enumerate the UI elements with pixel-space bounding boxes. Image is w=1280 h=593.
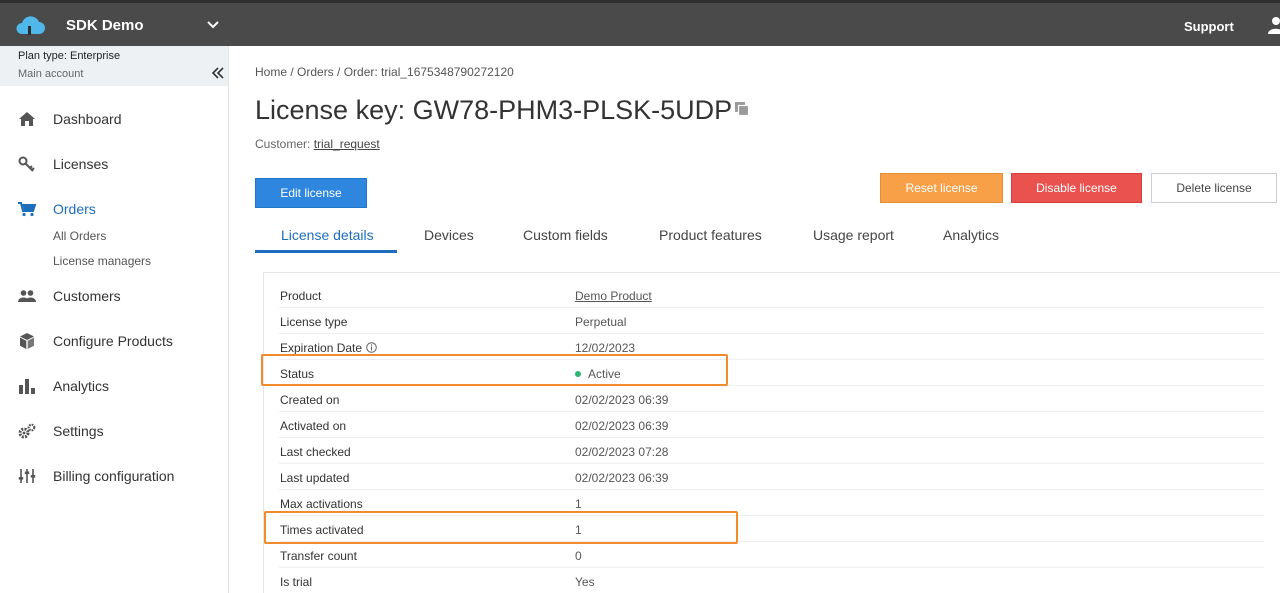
account-info: Plan type: Enterprise Main account [0,46,228,86]
detail-value: 0 [575,549,582,563]
detail-label: Is trial [280,575,313,589]
table-row: Created on 02/02/2023 06:39 [279,386,1264,412]
sidebar-item-customers[interactable]: Customers [0,281,228,311]
info-icon[interactable] [366,342,377,353]
bar-chart-icon [19,379,35,394]
detail-label: Expiration Date [280,341,363,355]
plan-type: Plan type: Enterprise [18,50,121,62]
license-details-table: Product Demo Product License type Perpet… [263,272,1280,593]
sidebar-item-settings[interactable]: Settings [0,416,228,446]
detail-value: 02/02/2023 06:39 [575,393,669,407]
sidebar-item-label: Licenses [53,156,109,172]
table-row: Max activations 1 [279,490,1264,516]
tab-usage-report[interactable]: Usage report [813,227,894,243]
table-row: Last updated 02/02/2023 06:39 [279,464,1264,490]
reset-license-button[interactable]: Reset license [880,173,1003,203]
table-row: Is trial Yes [279,568,1264,593]
cart-icon [18,202,36,217]
tab-license-details[interactable]: License details [281,227,374,243]
sidebar-item-licenses[interactable]: Licenses [0,149,228,179]
sidebar: Plan type: Enterprise Main account Dashb… [0,46,229,593]
key-icon [18,156,35,172]
detail-label-wrap: Expiration Date [280,341,377,355]
table-row: Product Demo Product [279,282,1264,308]
detail-label: Last updated [280,471,350,485]
page-title: License key: GW78-PHM3-PLSK-5UDP [255,95,733,125]
sidebar-item-label: Configure Products [53,333,173,349]
sidebar-item-label: Settings [53,423,104,439]
tab-analytics[interactable]: Analytics [943,227,999,243]
detail-label: Transfer count [280,549,357,563]
sidebar-item-configure-products[interactable]: Configure Products [0,326,228,356]
detail-value: 1 [575,523,582,537]
detail-label: Last checked [280,445,351,459]
status-badge: Active [575,367,621,381]
detail-label: License type [280,315,348,329]
users-icon [18,290,36,302]
product-link[interactable]: Demo Product [575,289,652,303]
detail-label: Product [280,289,322,303]
table-row: License type Perpetual [279,308,1264,334]
detail-value: Yes [575,575,595,589]
chevron-down-icon[interactable] [206,18,220,32]
license-tabs: License details Devices Custom fields Pr… [255,220,1280,253]
gears-icon [18,423,36,439]
status-dot-icon [575,371,581,377]
detail-label: Status [280,367,315,381]
sidebar-item-label: Customers [53,288,121,304]
sidebar-item-label: Dashboard [53,111,122,127]
home-icon [19,112,35,126]
tab-product-features[interactable]: Product features [659,227,762,243]
user-icon[interactable] [1268,16,1280,34]
active-tab-indicator [255,250,397,253]
delete-license-button[interactable]: Delete license [1151,173,1277,203]
top-bar: SDK Demo Support [0,0,1280,46]
support-link[interactable]: Support [1184,19,1234,34]
detail-value: 02/02/2023 06:39 [575,419,669,433]
tab-devices[interactable]: Devices [424,227,474,243]
sidebar-item-dashboard[interactable]: Dashboard [0,104,228,134]
detail-label: Times activated [280,523,364,537]
copy-icon[interactable] [734,101,750,117]
sidebar-item-label: Analytics [53,378,110,394]
box-icon [20,333,34,349]
table-row: Expiration Date 12/02/2023 [279,334,1264,360]
detail-label: Activated on [280,419,347,433]
cloud-logo-icon[interactable] [14,14,46,36]
collapse-sidebar-icon[interactable] [211,67,225,79]
edit-license-button[interactable]: Edit license [255,178,367,208]
detail-value: 02/02/2023 07:28 [575,445,669,459]
sidebar-item-label: Billing configuration [53,468,175,484]
customer-label: Customer: [255,137,314,151]
table-row: Last checked 02/02/2023 07:28 [279,438,1264,464]
disable-license-button[interactable]: Disable license [1011,173,1142,203]
customer-info: Customer: trial_request [255,137,380,151]
table-row: Activated on 02/02/2023 06:39 [279,412,1264,438]
detail-value: Perpetual [575,315,627,329]
sidebar-item-label: Orders [53,201,96,217]
app-name[interactable]: SDK Demo [66,17,144,34]
tab-custom-fields[interactable]: Custom fields [523,227,608,243]
detail-label: Created on [280,393,340,407]
breadcrumb[interactable]: Home / Orders / Order: trial_16753487902… [255,65,514,79]
sidebar-subitem-all-orders[interactable]: All Orders [53,229,106,243]
sidebar-item-billing-configuration[interactable]: Billing configuration [0,461,228,491]
detail-value: 1 [575,497,582,511]
status-text: Active [588,367,621,381]
account-name: Main account [18,68,84,80]
table-row: Times activated 1 [279,516,1264,542]
table-row: Status Active [279,360,1264,386]
detail-value: 02/02/2023 06:39 [575,471,669,485]
sidebar-item-analytics[interactable]: Analytics [0,371,228,401]
detail-value: 12/02/2023 [575,341,636,355]
detail-label: Max activations [280,497,363,511]
customer-link[interactable]: trial_request [314,137,380,151]
sliders-icon [18,469,36,483]
sidebar-subitem-license-managers[interactable]: License managers [53,254,151,268]
sidebar-item-orders[interactable]: Orders [0,194,228,224]
table-row: Transfer count 0 [279,542,1264,568]
